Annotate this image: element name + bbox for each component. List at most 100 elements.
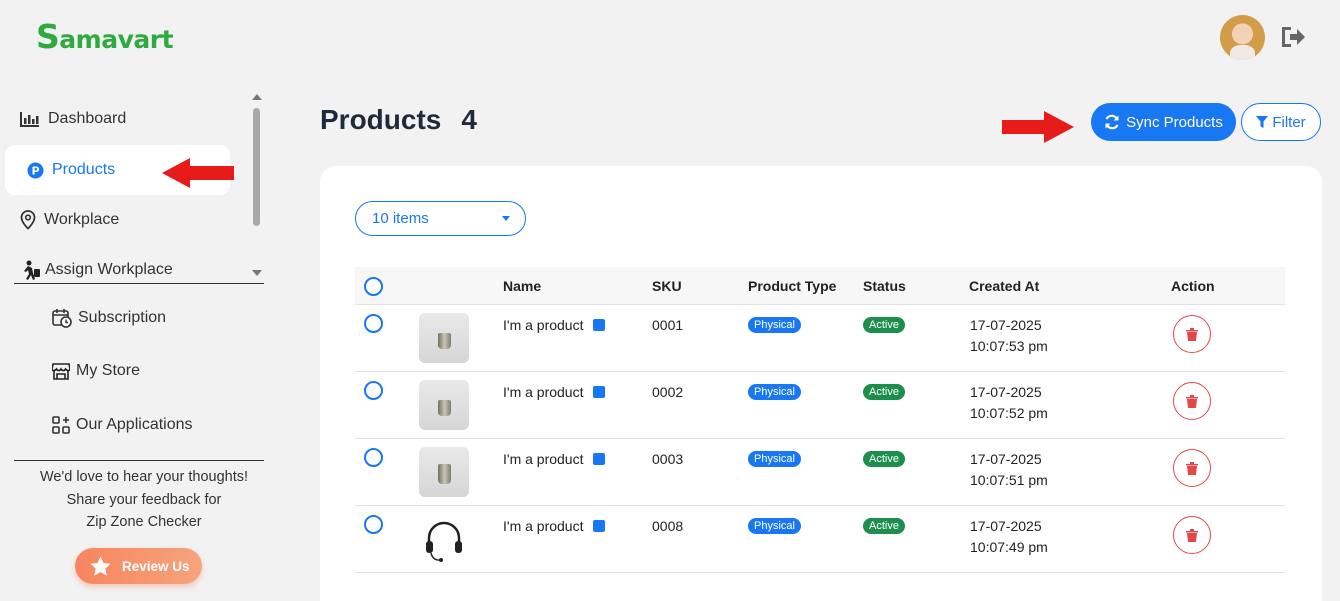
star-icon xyxy=(90,556,111,576)
created-at: 17-07-2025 10:07:51 pm xyxy=(970,449,1048,491)
table-header: Name SKU Product Type Status Created At … xyxy=(355,267,1285,305)
delete-button[interactable] xyxy=(1173,449,1211,487)
sidebar-item-label: Our Applications xyxy=(76,416,193,433)
external-link-icon[interactable] xyxy=(592,319,605,331)
filter-button[interactable]: Filter xyxy=(1241,103,1321,141)
sidebar-item-subscription[interactable]: Subscription xyxy=(52,308,166,328)
sync-products-label: Sync Products xyxy=(1126,113,1223,131)
page-title-text: Products xyxy=(320,104,442,135)
product-p-icon: P xyxy=(27,162,44,178)
product-thumbnail[interactable] xyxy=(419,313,469,363)
trash-icon xyxy=(1186,394,1198,408)
trash-icon xyxy=(1186,327,1198,341)
status-badge: Active xyxy=(863,451,905,467)
created-date: 17-07-2025 xyxy=(970,518,1042,534)
product-sku: 0002 xyxy=(652,384,684,400)
column-header-status[interactable]: Status xyxy=(863,278,906,294)
sidebar-item-assign-workplace[interactable]: Assign Workplace xyxy=(20,260,173,280)
sidebar-item-label: Workplace xyxy=(44,211,120,228)
product-thumbnail[interactable] xyxy=(419,514,469,564)
created-time: 10:07:52 pm xyxy=(970,405,1048,421)
chart-bar-icon xyxy=(20,112,39,127)
column-header-created-at[interactable]: Created At xyxy=(969,278,1039,294)
cup-image xyxy=(438,333,451,349)
sidebar-item-label: Assign Workplace xyxy=(45,261,173,278)
logo-initial: S xyxy=(36,16,60,56)
table-row: I'm a product 0003 Physical Active 17-07… xyxy=(355,439,1285,506)
sidebar-divider xyxy=(14,460,264,461)
product-sku: 0008 xyxy=(652,518,684,534)
sidebar-item-my-store[interactable]: My Store xyxy=(52,362,140,380)
product-sku: 0001 xyxy=(652,317,684,333)
delete-button[interactable] xyxy=(1173,315,1211,353)
trash-icon xyxy=(1186,461,1198,475)
feedback-line: Zip Zone Checker xyxy=(86,514,202,530)
row-checkbox[interactable] xyxy=(364,314,383,333)
annotation-arrow-left-icon xyxy=(162,158,234,188)
created-date: 17-07-2025 xyxy=(970,384,1042,400)
delete-button[interactable] xyxy=(1173,382,1211,420)
page-size-value: 10 items xyxy=(372,210,429,227)
scroll-up-arrow-icon[interactable] xyxy=(252,94,262,100)
product-sku: 0003 xyxy=(652,451,684,467)
column-header-sku[interactable]: SKU xyxy=(652,278,682,294)
created-date: 17-07-2025 xyxy=(970,451,1042,467)
sidebar-item-our-applications[interactable]: Our Applications xyxy=(52,416,193,434)
scroll-thumb[interactable] xyxy=(253,108,260,226)
logout-icon[interactable] xyxy=(1279,24,1307,50)
column-header-name[interactable]: Name xyxy=(503,278,541,294)
product-name: I'm a product xyxy=(503,317,605,333)
app-logo[interactable]: Samavart xyxy=(36,16,174,56)
svg-text:P: P xyxy=(31,164,39,177)
product-type-badge: Physical xyxy=(748,518,801,534)
product-thumbnail[interactable] xyxy=(419,380,469,430)
apps-grid-icon xyxy=(52,416,70,434)
review-us-button[interactable]: Review Us xyxy=(75,548,202,584)
external-link-icon[interactable] xyxy=(592,386,605,398)
status-badge: Active xyxy=(863,518,905,534)
product-type-badge: Physical xyxy=(748,451,801,467)
created-at: 17-07-2025 10:07:49 pm xyxy=(970,516,1048,558)
row-checkbox[interactable] xyxy=(364,448,383,467)
product-type-badge: Physical xyxy=(748,384,801,400)
sidebar-item-label: My Store xyxy=(76,362,141,379)
row-checkbox[interactable] xyxy=(364,381,383,400)
user-avatar[interactable] xyxy=(1220,15,1265,60)
sidebar-item-dashboard[interactable]: Dashboard xyxy=(20,110,126,128)
sync-products-button[interactable]: Sync Products xyxy=(1091,103,1236,141)
person-walking-luggage-icon xyxy=(24,260,40,280)
product-name-text: I'm a product xyxy=(503,317,584,333)
product-name: I'm a product xyxy=(503,451,605,467)
created-time: 10:07:51 pm xyxy=(970,472,1048,488)
chevron-down-icon xyxy=(502,216,510,221)
external-link-icon[interactable] xyxy=(592,453,605,465)
scroll-down-arrow-icon[interactable] xyxy=(252,270,262,276)
delete-button[interactable] xyxy=(1173,516,1211,554)
sync-icon xyxy=(1105,114,1119,130)
page-size-select[interactable]: 10 items xyxy=(355,201,526,236)
created-time: 10:07:49 pm xyxy=(970,539,1048,555)
product-name-text: I'm a product xyxy=(503,518,584,534)
external-link-icon[interactable] xyxy=(592,520,605,532)
feedback-line: Share your feedback for xyxy=(66,491,222,508)
column-header-product-type[interactable]: Product Type xyxy=(748,278,836,294)
sidebar-scrollbar[interactable] xyxy=(250,90,264,280)
logo-text: amavart xyxy=(59,24,174,54)
table-row: I'm a product 0002 Physical Active 17-07… xyxy=(355,372,1285,439)
sidebar-item-label: Dashboard xyxy=(48,110,127,127)
sidebar-item-workplace[interactable]: Workplace xyxy=(20,210,119,230)
table-row: I'm a product 0008 Physical Active 17-07… xyxy=(355,506,1285,573)
table-row: I'm a product 0001 Physical Active 17-07… xyxy=(355,305,1285,372)
calendar-clock-icon xyxy=(52,309,72,328)
product-name: I'm a product xyxy=(503,518,605,534)
product-thumbnail[interactable] xyxy=(419,447,469,497)
column-header-action: Action xyxy=(1171,278,1215,294)
filter-label: Filter xyxy=(1272,113,1306,131)
sidebar-divider xyxy=(14,283,264,284)
row-checkbox[interactable] xyxy=(364,515,383,534)
cup-image xyxy=(438,400,451,416)
feedback-text: We'd love to hear your thoughts! Share y… xyxy=(14,466,274,534)
annotation-arrow-right-icon xyxy=(1002,111,1074,143)
select-all-checkbox[interactable] xyxy=(364,277,383,296)
product-type-badge: Physical xyxy=(748,317,801,333)
